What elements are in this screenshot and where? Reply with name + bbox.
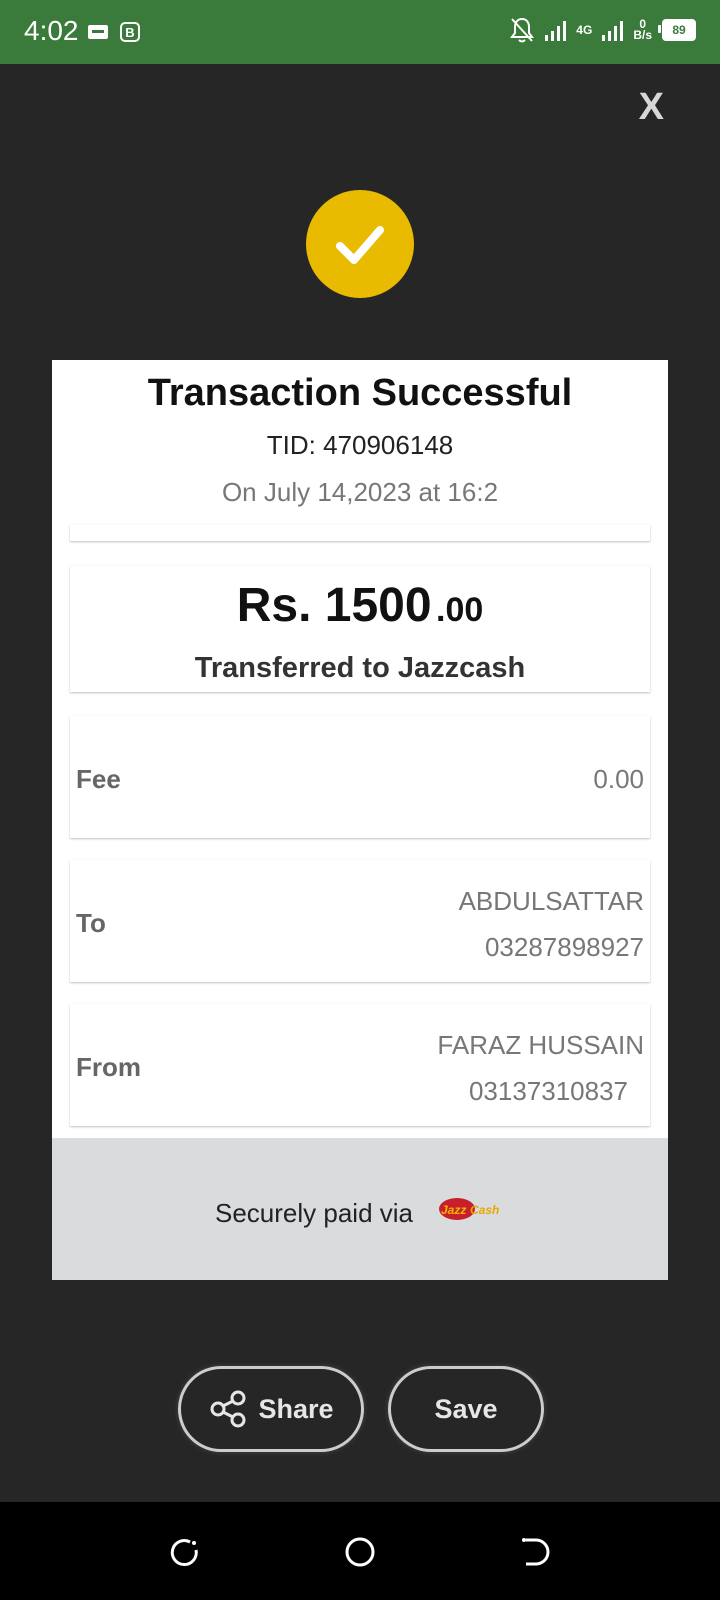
to-name: ABDULSATTAR <box>458 886 644 916</box>
fee-label: Fee <box>76 764 121 794</box>
to-label: To <box>76 908 106 938</box>
from-row: From FARAZ HUSSAIN 03137310837 <box>70 1004 650 1126</box>
save-button[interactable]: Save <box>388 1366 544 1452</box>
transaction-date: On July 14,2023 at 16:2 <box>221 477 499 507</box>
recent-apps-icon[interactable] <box>168 1536 200 1568</box>
signal-icon-2 <box>602 19 624 41</box>
battery-icon: 89 <box>658 19 696 41</box>
status-time: 4:02 <box>24 15 79 46</box>
status-bar: 4:02 B 4G 0 B/s 89 <box>0 0 720 64</box>
bell-off-icon <box>509 16 535 44</box>
share-button[interactable]: Share <box>178 1366 364 1452</box>
close-button[interactable]: X <box>639 86 664 129</box>
receipt-title: Transaction Successful <box>147 372 573 414</box>
secure-text: Securely paid via <box>215 1198 413 1228</box>
transaction-id: TID: 470906148 <box>266 430 454 460</box>
amount-main: Rs. 1500 <box>236 579 432 632</box>
jazzcash-logo: Jazz Cash <box>439 1198 499 1220</box>
status-right-icons: 4G 0 B/s 89 <box>509 16 696 44</box>
fee-value: 0.00 <box>593 764 644 794</box>
status-left-icons: B <box>88 22 140 42</box>
secure-footer: Securely paid via Jazz Cash <box>52 1138 668 1280</box>
navigation-bar <box>0 1502 720 1600</box>
receipt-card: Transaction Successful TID: 470906148 On… <box>52 360 668 1280</box>
from-name: FARAZ HUSSAIN <box>437 1030 644 1060</box>
share-icon <box>210 1390 246 1428</box>
message-icon <box>88 25 108 39</box>
amount-caption: Transferred to Jazzcash <box>194 652 526 684</box>
amount: Rs. 1500 .00 <box>70 578 650 633</box>
signal-icon <box>545 19 567 41</box>
from-number: 03137310837 <box>468 1076 628 1106</box>
divider-section <box>70 525 650 541</box>
to-row: To ABDULSATTAR 03287898927 <box>70 860 650 982</box>
net-speed: 0 B/s <box>633 18 652 42</box>
success-check-icon <box>306 190 414 298</box>
app-notification-icon: B <box>120 22 140 42</box>
logo-text-gold: Cash <box>470 1203 499 1217</box>
from-label: From <box>76 1052 141 1082</box>
home-icon[interactable] <box>344 1536 376 1568</box>
to-number: 03287898927 <box>484 932 644 962</box>
back-icon[interactable] <box>520 1536 552 1568</box>
save-label: Save <box>434 1393 498 1424</box>
network-type: 4G <box>576 22 593 37</box>
amount-section: Rs. 1500 .00 Transferred to Jazzcash <box>70 566 650 692</box>
fee-row: Fee 0.00 <box>70 716 650 838</box>
logo-text-red: Jazz <box>441 1203 466 1217</box>
net-speed-unit: B/s <box>633 28 652 42</box>
amount-decimal: .00 <box>436 591 484 629</box>
share-label: Share <box>258 1393 334 1424</box>
